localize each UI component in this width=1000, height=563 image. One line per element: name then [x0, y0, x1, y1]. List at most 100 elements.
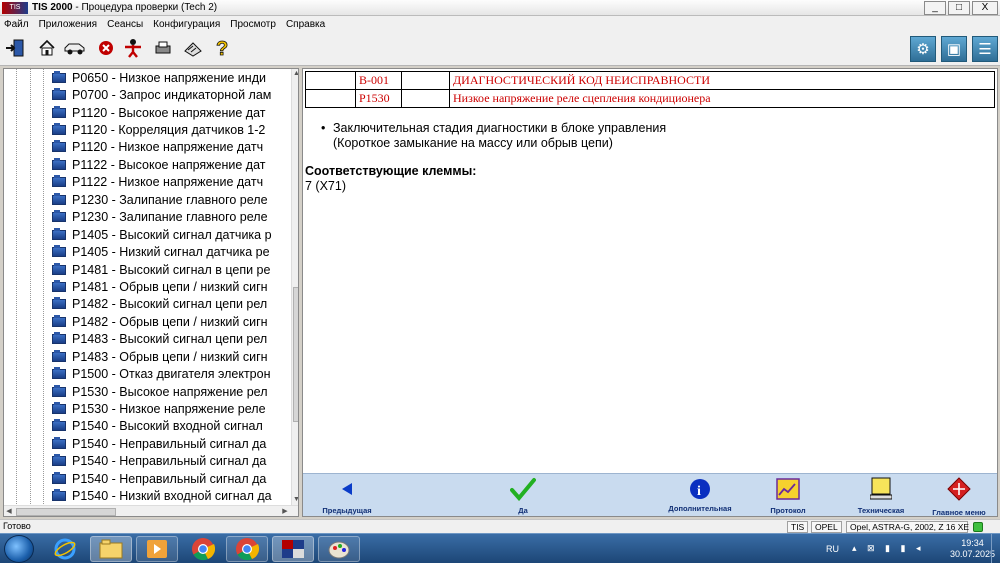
- user-icon[interactable]: [122, 37, 144, 59]
- scroll-down-icon[interactable]: ▼: [292, 495, 298, 505]
- protocol-button[interactable]: Протокол: [763, 476, 813, 515]
- vehicle-select-icon[interactable]: ▣: [941, 36, 967, 62]
- tree-item[interactable]: P1540 - Высокий входной сигнал: [52, 418, 292, 435]
- folder-icon: [52, 105, 66, 118]
- info-label: Дополнительная: [668, 504, 732, 513]
- paint-icon[interactable]: [318, 536, 360, 562]
- scroll-left-icon[interactable]: ◀: [4, 506, 14, 516]
- chrome-icon[interactable]: [182, 536, 224, 562]
- folder-icon: [52, 70, 66, 83]
- chrome-icon[interactable]: [226, 536, 268, 562]
- tree-item[interactable]: P1540 - Неправильный сигнал да: [52, 435, 292, 452]
- technical-button[interactable]: Техническая: [851, 476, 911, 515]
- tree-item[interactable]: P1482 - Высокий сигнал цепи рел: [52, 296, 292, 313]
- menu-view[interactable]: Просмотр: [230, 19, 276, 30]
- tree-item[interactable]: P0650 - Низкое напряжение инди: [52, 69, 292, 86]
- tech2-icon[interactable]: ⚙: [910, 36, 936, 62]
- title-bar: TIS TIS 2000 - Процедура проверки (Tech …: [0, 0, 1000, 16]
- close-button[interactable]: X: [972, 1, 998, 15]
- tree-item[interactable]: P1481 - Обрыв цепи / низкий сигн: [52, 278, 292, 295]
- content-panel: B-001 ДИАГНОСТИЧЕСКИЙ КОД НЕИСПРАВНОСТИ …: [302, 68, 998, 517]
- tree-item[interactable]: P1482 - Обрыв цепи / низкий сигн: [52, 313, 292, 330]
- cancel-icon[interactable]: [95, 37, 117, 59]
- tree-item[interactable]: P1230 - Залипание главного реле: [52, 209, 292, 226]
- tree-item[interactable]: P1483 - Высокий сигнал цепи рел: [52, 331, 292, 348]
- system-tray: RU ▴ ⊠ ▮ ▮ ◂ 19:34 30.07.2025: [820, 534, 1000, 563]
- checkmark-icon: [503, 476, 543, 502]
- tree-item[interactable]: P1481 - Высокий сигнал в цепи ре: [52, 261, 292, 278]
- menu-help[interactable]: Справка: [286, 19, 325, 30]
- tree-item[interactable]: P0700 - Запрос индикаторной лам: [52, 86, 292, 103]
- tree-item[interactable]: P1540 - Неправильный сигнал да: [52, 470, 292, 487]
- main-menu-label: Главное меню: [932, 508, 986, 517]
- table-cell: [305, 71, 356, 90]
- tree-item[interactable]: P1120 - Корреляция датчиков 1-2: [52, 121, 292, 138]
- folder-icon: [52, 454, 66, 467]
- show-desktop-button[interactable]: [991, 534, 1000, 563]
- title-rest: - Процедура проверки (Tech 2): [72, 2, 218, 13]
- app-root: TIS TIS 2000 - Процедура проверки (Tech …: [0, 0, 1000, 563]
- menu-sessions[interactable]: Сеансы: [107, 19, 143, 30]
- scroll-thumb[interactable]: [16, 508, 116, 516]
- help-icon[interactable]: ?: [212, 37, 234, 59]
- tree-item[interactable]: P1530 - Высокое напряжение рел: [52, 383, 292, 400]
- minimize-button[interactable]: _: [924, 1, 946, 15]
- tree-item[interactable]: P1483 - Обрыв цепи / низкий сигн: [52, 348, 292, 365]
- prev-button[interactable]: Предыдущая: [317, 476, 377, 515]
- tree-line: [43, 69, 44, 516]
- settings-icon[interactable]: ☰: [972, 36, 998, 62]
- scroll-thumb[interactable]: [293, 287, 298, 422]
- explorer-icon[interactable]: [90, 536, 132, 562]
- folder-icon: [52, 210, 66, 223]
- main-menu-button[interactable]: Главное меню: [929, 476, 989, 517]
- tree-item[interactable]: P1122 - Высокое напряжение дат: [52, 156, 292, 173]
- yes-label: Да: [518, 506, 528, 515]
- tray-icons[interactable]: ▴ ⊠ ▮ ▮ ◂: [852, 543, 924, 554]
- terminals-value: 7 (X71): [305, 179, 346, 193]
- folder-icon: [52, 88, 66, 101]
- tree-item[interactable]: P1122 - Низкое напряжение датч: [52, 174, 292, 191]
- home-icon[interactable]: [36, 37, 58, 59]
- folder-icon: [52, 419, 66, 432]
- media-player-icon[interactable]: [136, 536, 178, 562]
- vehicle-icon[interactable]: [62, 37, 88, 59]
- menu-applications[interactable]: Приложения: [39, 19, 98, 30]
- tree-item[interactable]: P1540 - Неправильный сигнал да: [52, 453, 292, 470]
- start-button[interactable]: [4, 535, 34, 563]
- tree-item[interactable]: P1540 - Низкий входной сигнал да: [52, 488, 292, 505]
- maximize-button[interactable]: □: [948, 1, 970, 15]
- tis2000-icon[interactable]: [272, 536, 314, 562]
- language-indicator[interactable]: RU: [826, 544, 839, 554]
- tree-item-selected[interactable]: P1530 - Низкое напряжение реле: [52, 400, 292, 417]
- scroll-right-icon[interactable]: ▶: [280, 506, 290, 516]
- tree-item[interactable]: P1500 - Отказ двигателя электрон: [52, 365, 292, 382]
- ie-icon[interactable]: [44, 536, 86, 562]
- tree-vertical-scrollbar[interactable]: ▲ ▼: [291, 69, 298, 505]
- notes-icon[interactable]: [182, 37, 204, 59]
- menu-configuration[interactable]: Конфигурация: [153, 19, 220, 30]
- tree-item[interactable]: P1120 - Низкое напряжение датч: [52, 139, 292, 156]
- folder-icon: [52, 349, 66, 362]
- dtc-description: ДИАГНОСТИЧЕСКИЙ КОД НЕИСПРАВНОСТИ: [449, 71, 995, 90]
- clock[interactable]: 19:34 30.07.2025: [950, 538, 995, 560]
- tree-item[interactable]: P1405 - Высокий сигнал датчика р: [52, 226, 292, 243]
- folder-icon: [52, 489, 66, 502]
- menu-file[interactable]: Файл: [4, 19, 29, 30]
- tree-item[interactable]: P1120 - Высокое напряжение дат: [52, 104, 292, 121]
- additional-info-button[interactable]: i Дополнительная: [665, 476, 735, 513]
- folder-icon: [52, 262, 66, 275]
- prev-label: Предыдущая: [322, 506, 372, 515]
- tree-item[interactable]: P1405 - Низкий сигнал датчика ре: [52, 243, 292, 260]
- exit-icon[interactable]: [4, 37, 26, 59]
- yes-button[interactable]: Да: [503, 476, 543, 515]
- dtc-tree: P0650 - Низкое напряжение инди P0700 - З…: [52, 69, 292, 505]
- print-icon[interactable]: [152, 37, 174, 59]
- tree-item[interactable]: P1230 - Залипание главного реле: [52, 191, 292, 208]
- status-tis: TIS: [787, 521, 809, 533]
- tree-horizontal-scrollbar[interactable]: ◀ ▶: [4, 505, 298, 516]
- folder-icon: [52, 471, 66, 484]
- folder-icon: [52, 245, 66, 258]
- navigation-bar: Предыдущая Да i Дополнительная Протокол …: [303, 473, 997, 517]
- tree-line: [30, 69, 31, 516]
- scroll-up-icon[interactable]: ▲: [292, 69, 298, 79]
